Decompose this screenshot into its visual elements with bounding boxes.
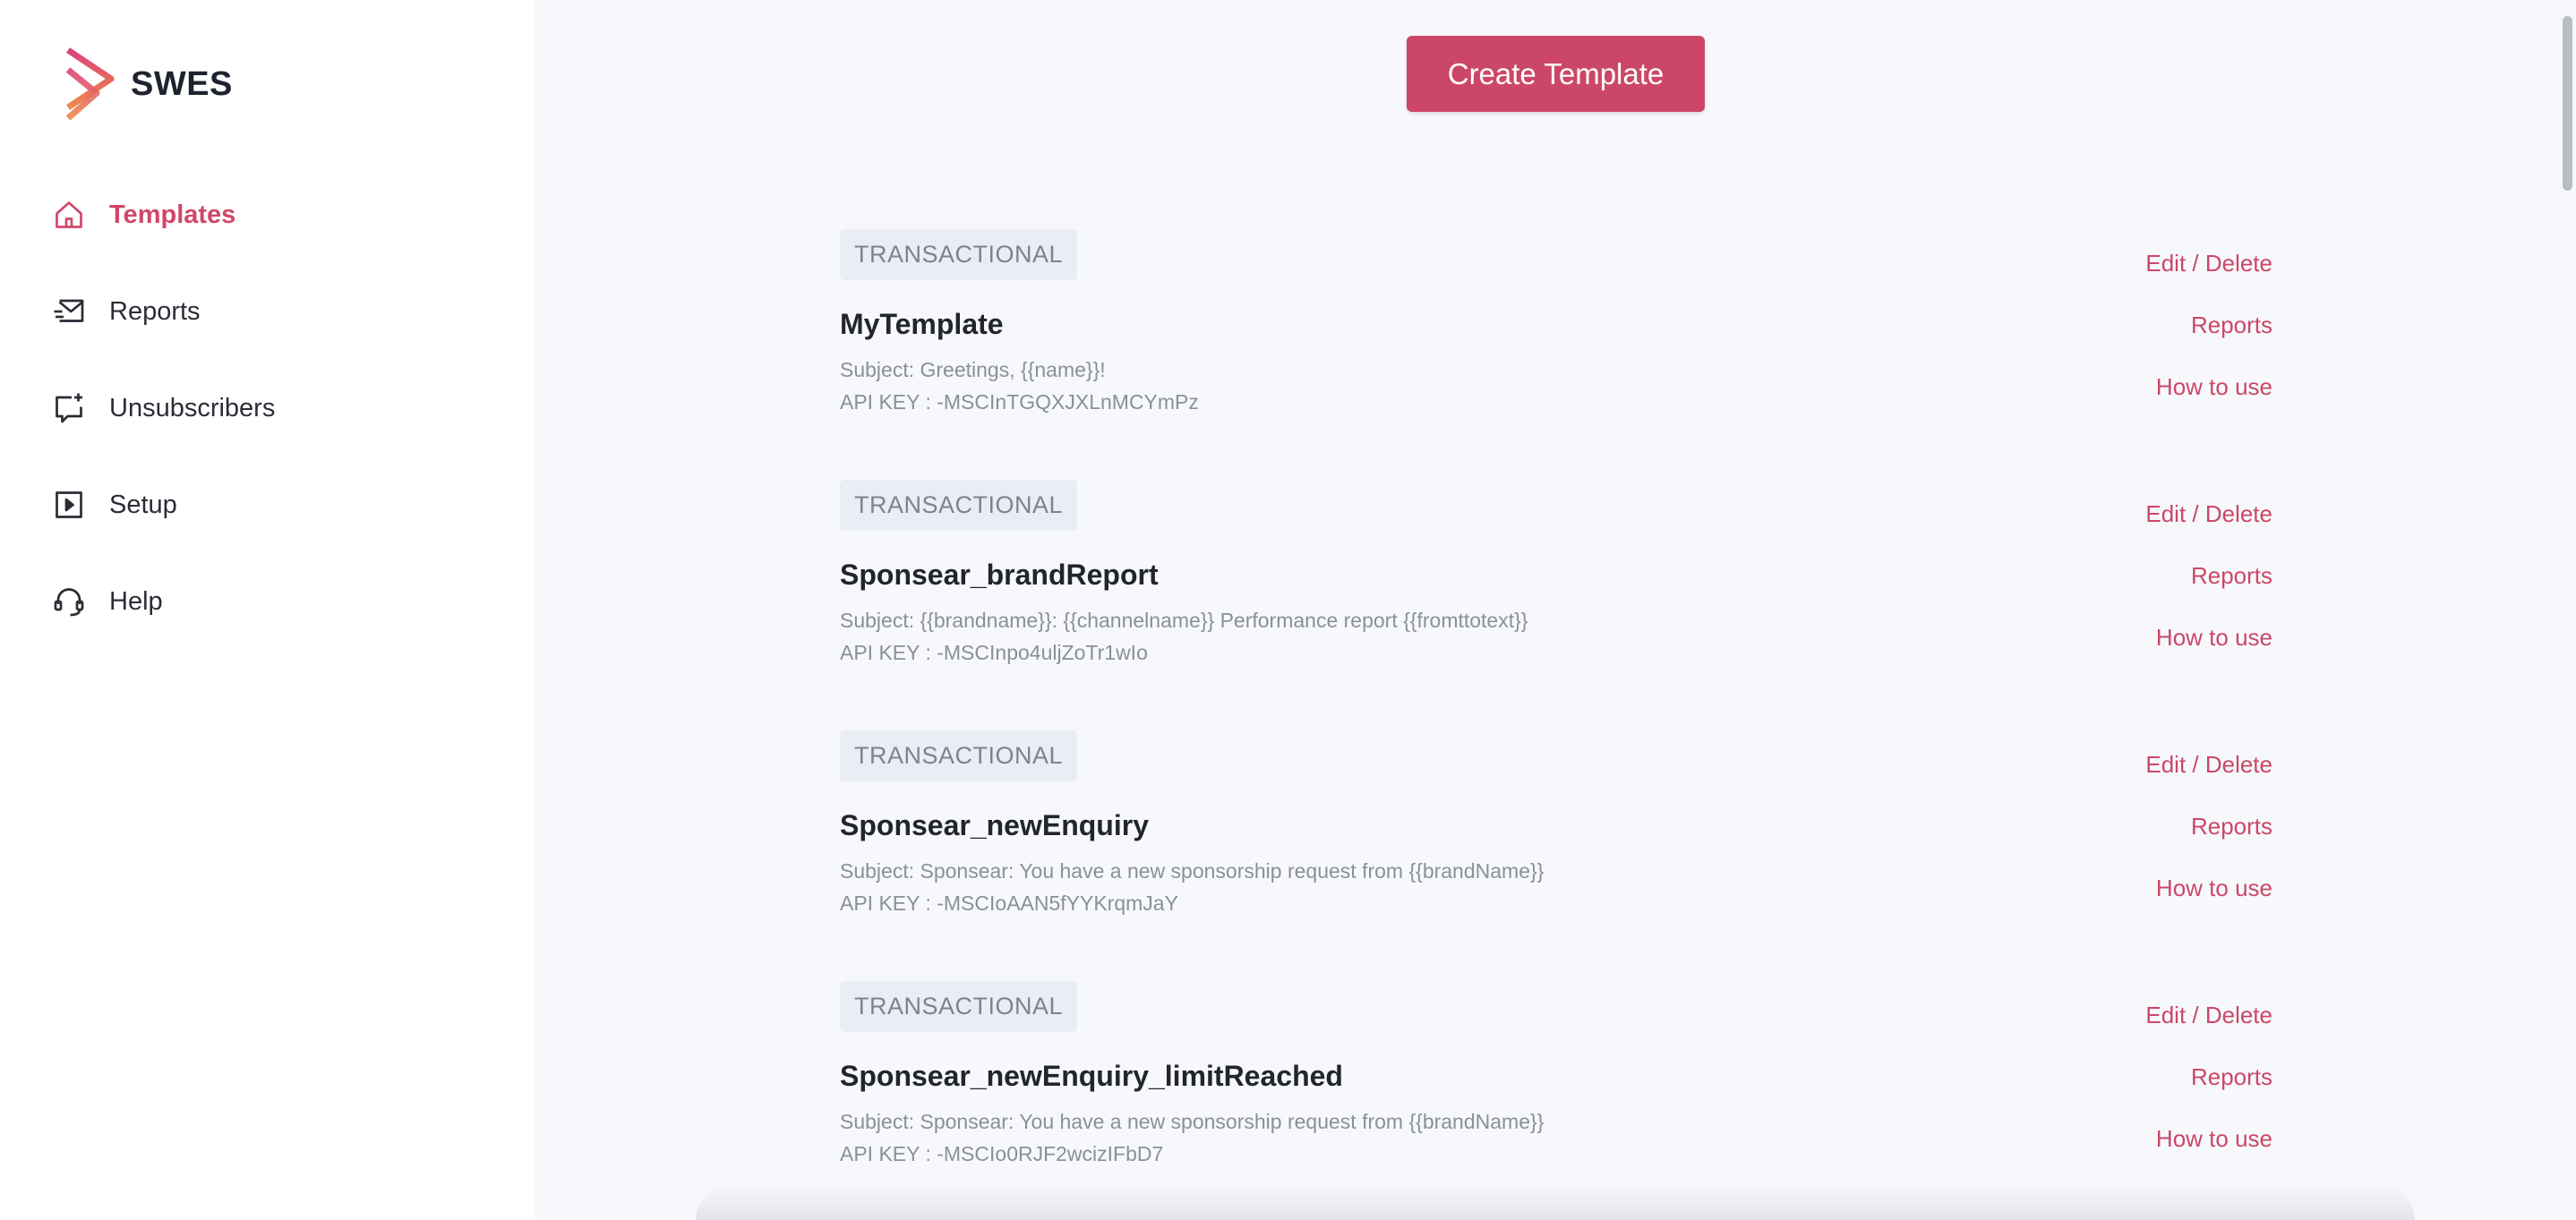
sidebar-item-label: Reports <box>109 296 201 326</box>
template-type-badge: TRANSACTIONAL <box>840 730 1078 781</box>
template-api-key: API KEY : -MSCIo0RJF2wcizIFbD7 <box>840 1142 1164 1165</box>
reports-link[interactable]: Reports <box>2004 311 2272 339</box>
brand[interactable]: SWES <box>63 47 233 122</box>
main-content: Create Template TRANSACTIONAL MyTemplate… <box>535 0 2576 1220</box>
template-subject: Subject: {{brandname}}: {{channelname}} … <box>840 609 1528 632</box>
template-subject: Subject: Sponsear: You have a new sponso… <box>840 1110 1545 1133</box>
sidebar-nav: Templates Reports Unsubscribers Setup He… <box>52 188 500 671</box>
template-api-key: API KEY : -MSCInTGQXJXLnMCYmPz <box>840 390 1199 414</box>
sidebar-item-label: Templates <box>109 200 236 229</box>
how-to-use-link[interactable]: How to use <box>2004 1124 2272 1153</box>
brand-name: SWES <box>131 64 233 103</box>
template-api-key: API KEY : -MSCInpo4uljZoTr1wIo <box>840 641 1148 664</box>
how-to-use-link[interactable]: How to use <box>2004 372 2272 401</box>
template-name: Sponsear_newEnquiry_limitReached <box>840 1060 1343 1092</box>
how-to-use-link[interactable]: How to use <box>2004 874 2272 902</box>
play-square-icon <box>52 488 86 522</box>
template-actions: Edit / Delete Reports How to use <box>2004 1001 2272 1153</box>
sidebar-item-setup[interactable]: Setup <box>52 478 500 532</box>
template-type-badge: TRANSACTIONAL <box>840 981 1078 1032</box>
template-name: Sponsear_brandReport <box>840 559 1159 591</box>
vertical-scrollbar[interactable] <box>2558 0 2576 1220</box>
template-name: Sponsear_newEnquiry <box>840 809 1149 841</box>
create-template-button[interactable]: Create Template <box>1407 36 1705 112</box>
edit-delete-link[interactable]: Edit / Delete <box>2004 1001 2272 1029</box>
template-name: MyTemplate <box>840 308 1004 340</box>
template-type-badge: TRANSACTIONAL <box>840 480 1078 531</box>
message-add-icon <box>52 391 86 425</box>
reports-link[interactable]: Reports <box>2004 561 2272 590</box>
reports-link[interactable]: Reports <box>2004 1062 2272 1091</box>
headset-icon <box>52 584 86 619</box>
template-item: TRANSACTIONAL Sponsear_newEnquiry_limitR… <box>840 981 2272 1220</box>
edit-delete-link[interactable]: Edit / Delete <box>2004 499 2272 528</box>
swes-logo-icon <box>64 47 115 121</box>
template-list: TRANSACTIONAL MyTemplate Subject: Greeti… <box>840 229 2272 1220</box>
template-subject: Subject: Greetings, {{name}}! <box>840 358 1106 381</box>
edit-delete-link[interactable]: Edit / Delete <box>2004 750 2272 779</box>
home-icon <box>52 198 86 232</box>
template-api-key: API KEY : -MSCIoAAN5fYYKrqmJaY <box>840 892 1178 915</box>
template-item: TRANSACTIONAL Sponsear_brandReport Subje… <box>840 480 2272 730</box>
sidebar: SWES Templates Reports Unsubscribers Set… <box>0 0 535 1220</box>
sidebar-item-reports[interactable]: Reports <box>52 285 500 338</box>
mail-send-icon <box>52 294 86 328</box>
template-actions: Edit / Delete Reports How to use <box>2004 499 2272 652</box>
template-actions: Edit / Delete Reports How to use <box>2004 249 2272 401</box>
sidebar-item-help[interactable]: Help <box>52 575 500 628</box>
template-type-badge: TRANSACTIONAL <box>840 229 1078 280</box>
template-item: TRANSACTIONAL MyTemplate Subject: Greeti… <box>840 229 2272 480</box>
sidebar-item-templates[interactable]: Templates <box>52 188 500 242</box>
sidebar-item-unsubscribers[interactable]: Unsubscribers <box>52 381 500 435</box>
template-actions: Edit / Delete Reports How to use <box>2004 750 2272 902</box>
sidebar-item-label: Help <box>109 586 163 616</box>
template-item: TRANSACTIONAL Sponsear_newEnquiry Subjec… <box>840 730 2272 981</box>
sidebar-item-label: Setup <box>109 490 177 519</box>
edit-delete-link[interactable]: Edit / Delete <box>2004 249 2272 277</box>
app-window: SWES Templates Reports Unsubscribers Set… <box>0 0 2576 1220</box>
scrollbar-thumb[interactable] <box>2563 16 2572 191</box>
how-to-use-link[interactable]: How to use <box>2004 623 2272 652</box>
template-subject: Subject: Sponsear: You have a new sponso… <box>840 859 1545 883</box>
sidebar-item-label: Unsubscribers <box>109 393 276 422</box>
reports-link[interactable]: Reports <box>2004 812 2272 840</box>
